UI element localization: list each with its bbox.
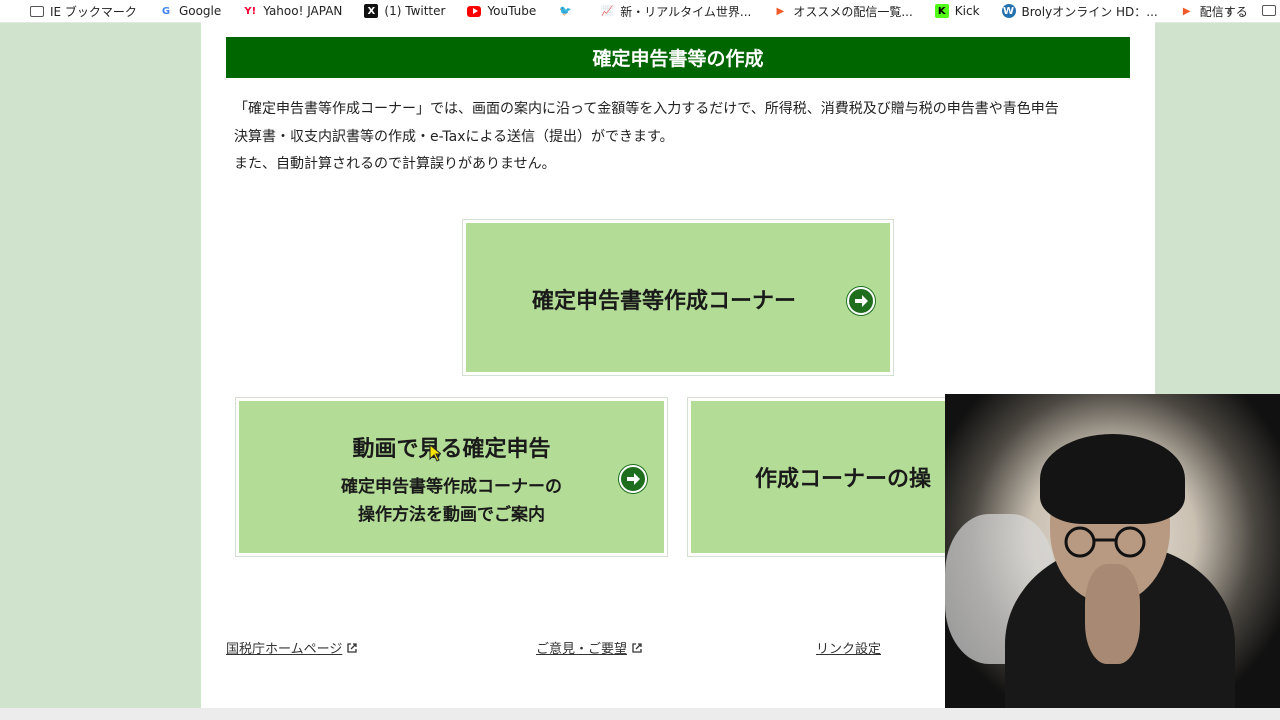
intro-line: また、自動計算されるので計算誤りがありません。	[234, 156, 556, 172]
link-label: リンク設定	[816, 642, 882, 657]
youtube-icon	[467, 4, 482, 18]
card-title: 動画で見る確定申告	[352, 437, 551, 462]
webcam-person-hand	[1085, 564, 1140, 664]
pocketplay-icon: ▶	[1182, 5, 1191, 17]
bookmark-label: 配信する	[1199, 4, 1248, 19]
wordpress-icon: W	[1001, 4, 1016, 18]
webcam-overlay	[945, 394, 1280, 708]
mouse-cursor-icon	[429, 444, 441, 462]
page-title: 確定申告書等の作成	[592, 48, 764, 70]
bookmark-label: Brolyオンライン HD：...	[1021, 4, 1158, 19]
bookmark-label: Yahoo! JAPAN	[263, 4, 343, 18]
card-label: 確定申告書等作成コーナー	[532, 289, 797, 314]
card-subtitle: 確定申告書等作成コーナーの 操作方法を動画でご案内	[239, 473, 664, 529]
yahoo-icon: Y!	[244, 5, 257, 17]
glasses-icon	[1064, 526, 1146, 558]
bookmark-label: Kick	[954, 4, 980, 18]
bottom-strip	[0, 708, 1280, 720]
intro-text: 「確定申告書等作成コーナー」では、画面の案内に沿って金額等を入力するだけで、所得…	[234, 96, 1134, 179]
bookmark-realtime[interactable]: 📈 新・リアルタイム世界...	[600, 3, 751, 20]
external-link-icon	[632, 642, 642, 653]
bookmark-label: YouTube	[487, 4, 537, 18]
bookmark-label: (1) Twitter	[384, 4, 446, 18]
pocketplay-icon: ▶	[776, 5, 785, 17]
google-icon: G	[161, 5, 171, 17]
bookmark-broly[interactable]: W Brolyオンライン HD：...	[1001, 3, 1158, 20]
intro-line: 「確定申告書等作成コーナー」では、画面の案内に沿って金額等を入力するだけで、所得…	[234, 101, 1059, 117]
bookmark-google[interactable]: G Google	[159, 4, 221, 18]
link-label: ご意見・ご要望	[536, 642, 628, 657]
video-guide-button[interactable]: 動画で見る確定申告 確定申告書等作成コーナーの 操作方法を動画でご案内	[236, 398, 667, 556]
folder-icon	[30, 4, 44, 18]
nta-homepage-link[interactable]: 国税庁ホームページ	[226, 638, 358, 657]
card-subtitle-line: 操作方法を動画でご案内	[358, 505, 545, 525]
bookmark-youtube[interactable]: YouTube	[467, 4, 536, 18]
kick-icon: K	[934, 4, 949, 18]
chart-icon: 📈	[601, 5, 614, 17]
arrow-right-circle-icon	[619, 465, 647, 493]
bookmark-label: Google	[178, 4, 222, 18]
twitter-bird-icon: 🐦	[559, 5, 572, 17]
create-return-corner-button[interactable]: 確定申告書等作成コーナー	[463, 220, 893, 375]
external-link-icon	[347, 642, 358, 653]
link-label: 国税庁ホームページ	[226, 642, 343, 657]
bookmark-ie-folder[interactable]: IE ブックマーク	[30, 3, 137, 20]
chevron-right-icon[interactable]: ›	[1226, 3, 1232, 19]
bookmarks-bar: IE ブックマーク G Google Y! Yahoo! JAPAN X (1)…	[0, 0, 1280, 23]
bookmark-label: 新・リアルタイム世界...	[620, 4, 752, 19]
feedback-link[interactable]: ご意見・ご要望	[536, 638, 643, 657]
bookmark-recommended[interactable]: ▶ オススメの配信一覧...	[773, 3, 912, 20]
section-banner: 確定申告書等の作成	[226, 37, 1130, 78]
bookmark-stream[interactable]: ▶ 配信する	[1180, 3, 1248, 20]
card-label: 作成コーナーの操	[755, 467, 932, 492]
bookmark-twitter-bird[interactable]: 🐦	[558, 4, 578, 18]
x-icon: X	[364, 4, 379, 18]
bookmark-label: IE ブックマーク	[50, 4, 137, 19]
bookmark-yahoo[interactable]: Y! Yahoo! JAPAN	[243, 4, 342, 18]
arrow-right-circle-icon	[847, 287, 875, 315]
card-subtitle-line: 確定申告書等作成コーナーの	[341, 477, 562, 497]
intro-line: 決算書・収支内訳書等の作成・e-Taxによる送信（提出）ができます。	[234, 128, 674, 145]
folder-icon[interactable]	[1262, 5, 1276, 19]
webcam-person-hair	[1040, 434, 1185, 524]
operation-guide-button[interactable]: 作成コーナーの操	[688, 398, 988, 556]
link-settings-link[interactable]: リンク設定	[816, 638, 881, 657]
bookmark-twitter[interactable]: X (1) Twitter	[364, 4, 445, 18]
bookmark-label: オススメの配信一覧...	[793, 4, 913, 19]
bookmark-kick[interactable]: K Kick	[934, 4, 980, 18]
